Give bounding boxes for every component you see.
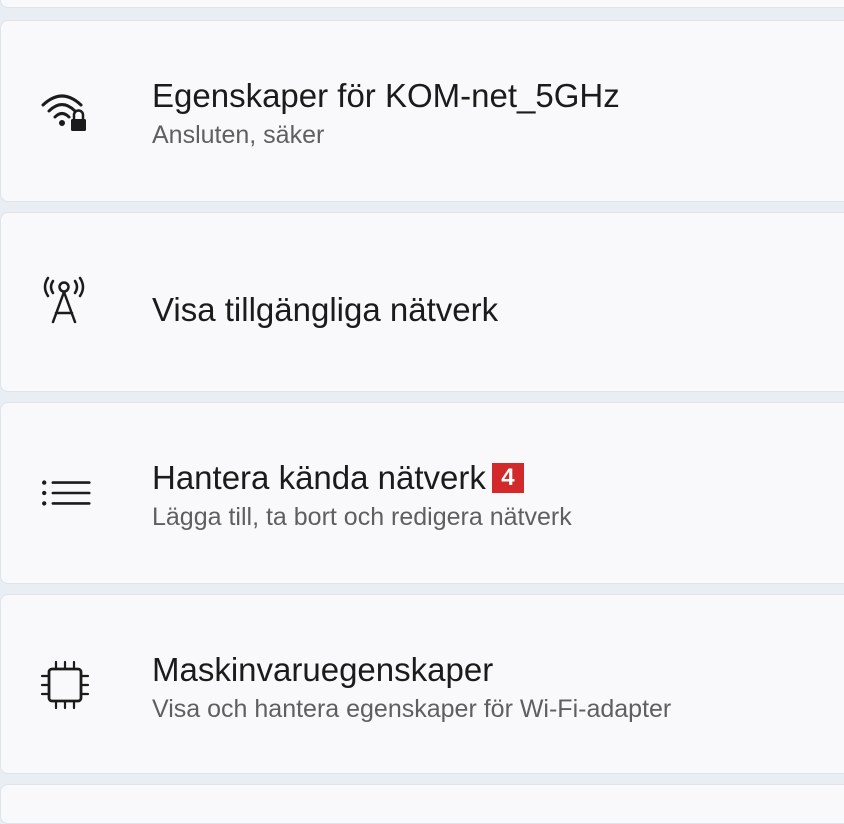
known-networks-subtitle: Lägga till, ta bort och redigera nätverk xyxy=(152,503,572,531)
available-networks-card[interactable]: Visa tillgängliga nätverk xyxy=(0,212,844,392)
known-networks-title: Hantera kända nätverk xyxy=(152,459,486,496)
count-badge: 4 xyxy=(491,463,524,493)
known-networks-title-row: Hantera kända nätverk 4 xyxy=(152,458,572,498)
list-icon xyxy=(39,467,91,519)
antenna-icon xyxy=(39,275,91,327)
wifi-properties-subtitle: Ansluten, säker xyxy=(152,121,325,149)
wifi-properties-card[interactable]: Egenskaper för KOM-net_5GHz Ansluten, sä… xyxy=(0,20,844,202)
available-networks-title: Visa tillgängliga nätverk xyxy=(152,291,499,328)
wifi-properties-title: Egenskaper för KOM-net_5GHz xyxy=(152,77,620,114)
previous-card-stub xyxy=(0,0,844,8)
next-card-stub xyxy=(0,784,844,824)
hardware-properties-card[interactable]: Maskinvaruegenskaper Visa och hantera eg… xyxy=(0,594,844,774)
chip-icon xyxy=(39,659,91,711)
hardware-properties-subtitle: Visa och hantera egenskaper för Wi-Fi-ad… xyxy=(152,695,672,723)
hardware-properties-title: Maskinvaruegenskaper xyxy=(152,651,494,688)
wifi-lock-icon xyxy=(39,85,91,137)
known-networks-card[interactable]: Hantera kända nätverk 4 Lägga till, ta b… xyxy=(0,402,844,584)
